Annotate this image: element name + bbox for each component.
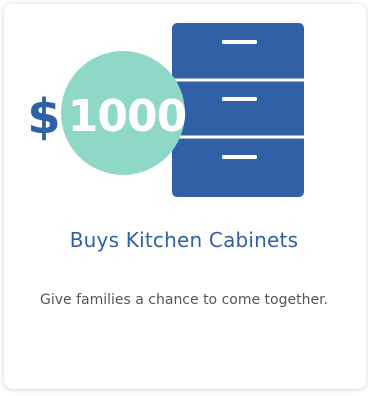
dollar-sign: $ bbox=[27, 89, 60, 145]
amount-value: 1000 bbox=[68, 91, 186, 142]
cabinet-illustration: $ 1000 bbox=[27, 23, 304, 197]
card-title: Buys Kitchen Cabinets bbox=[69, 228, 299, 252]
card-description: Give families a chance to come together. bbox=[40, 292, 328, 308]
cabinet-drawers-icon bbox=[172, 23, 304, 197]
